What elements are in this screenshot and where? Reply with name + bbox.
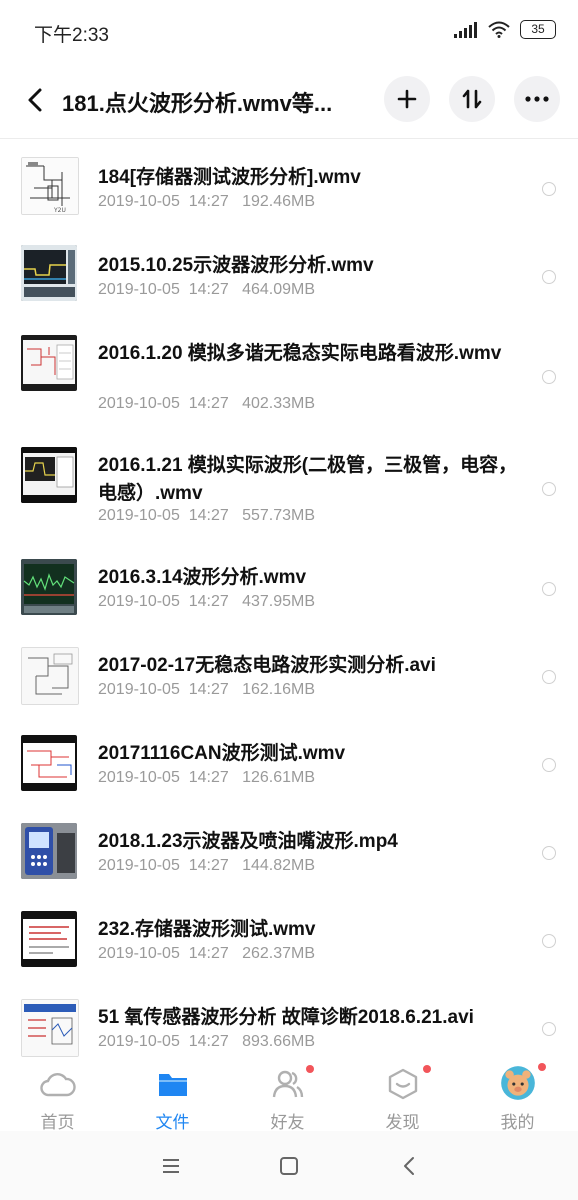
file-item[interactable]: 2015.10.25示波器波形分析.wmv 2019-10-05 14:27 4… bbox=[0, 227, 578, 315]
file-meta: 2019-10-05 14:27 402.33MB bbox=[98, 395, 316, 412]
file-meta: 2019-10-05 14:27 464.09MB bbox=[98, 281, 316, 298]
file-thumbnail bbox=[21, 245, 77, 301]
tab-discover-label: 发现 bbox=[385, 1113, 420, 1132]
file-meta: 2019-10-05 14:27 557.73MB bbox=[98, 507, 316, 524]
file-thumbnail bbox=[21, 559, 77, 615]
file-item[interactable]: 20171116CAN波形测试.wmv 2019-10-05 14:27 126… bbox=[0, 715, 578, 803]
file-meta: 2019-10-05 14:27 162.16MB bbox=[98, 681, 316, 698]
discover-icon bbox=[388, 1068, 418, 1100]
file-name: 20171116CAN波形测试.wmv bbox=[98, 743, 346, 764]
select-radio[interactable] bbox=[542, 670, 556, 684]
file-name: 2017-02-17无稳态电路波形实测分析.avi bbox=[98, 655, 436, 676]
svg-text:Y2U: Y2U bbox=[53, 207, 66, 214]
file-item[interactable]: 2016.1.21 模拟实际波形(二极管，三极管，电容，电感）.wmv 2019… bbox=[0, 427, 578, 539]
back-icon bbox=[404, 1157, 414, 1175]
folder-icon bbox=[159, 1074, 187, 1096]
file-name: 232.存储器波形测试.wmv bbox=[98, 919, 316, 940]
file-thumbnail bbox=[21, 647, 79, 705]
wifi-icon bbox=[488, 21, 510, 38]
select-radio[interactable] bbox=[542, 758, 556, 772]
plus-icon bbox=[397, 89, 417, 109]
status-icons: 35 bbox=[454, 20, 556, 39]
file-item[interactable]: 232.存储器波形测试.wmv 2019-10-05 14:27 262.37M… bbox=[0, 891, 578, 979]
tab-files-label: 文件 bbox=[155, 1113, 190, 1132]
file-list[interactable]: Y2U 184[存储器测试波形分析].wmv 2019-10-05 14:27 … bbox=[0, 139, 578, 1059]
file-name: 2016.1.21 模拟实际波形(二极管，三极管，电容，电感）.wmv bbox=[98, 455, 518, 504]
system-nav-bar bbox=[0, 1131, 578, 1200]
notification-dot bbox=[538, 1063, 546, 1071]
select-radio[interactable] bbox=[542, 270, 556, 284]
file-thumbnail bbox=[21, 335, 77, 391]
file-item[interactable]: 2018.1.23示波器及喷油嘴波形.mp4 2019-10-05 14:27 … bbox=[0, 803, 578, 891]
file-meta: 2019-10-05 14:27 437.95MB bbox=[98, 593, 316, 610]
friends-icon bbox=[272, 1070, 304, 1098]
file-thumbnail bbox=[21, 447, 77, 503]
file-name: 2016.3.14波形分析.wmv bbox=[98, 567, 307, 588]
file-item[interactable]: 2016.1.20 模拟多谐无稳态实际电路看波形.wmv 2019-10-05 … bbox=[0, 315, 578, 427]
file-meta: 2019-10-05 14:27 126.61MB bbox=[98, 769, 316, 786]
file-meta: 2019-10-05 14:27 262.37MB bbox=[98, 945, 316, 962]
file-thumbnail: Y2U bbox=[21, 157, 79, 215]
more-icon bbox=[525, 96, 549, 102]
file-item[interactable]: Y2U 184[存储器测试波形分析].wmv 2019-10-05 14:27 … bbox=[0, 139, 578, 227]
battery-icon: 35 bbox=[520, 20, 556, 39]
tab-home[interactable]: 首页 bbox=[0, 1059, 115, 1132]
notification-dot bbox=[423, 1065, 431, 1073]
menu-icon bbox=[163, 1159, 179, 1173]
chevron-left-icon bbox=[28, 88, 42, 112]
home-cloud-icon bbox=[40, 1073, 76, 1097]
select-radio[interactable] bbox=[542, 1022, 556, 1036]
tab-me-label: 我的 bbox=[500, 1113, 535, 1132]
select-radio[interactable] bbox=[542, 482, 556, 496]
back-button[interactable] bbox=[20, 82, 50, 118]
tab-bar: 首页 文件 好友 发现 我的 bbox=[0, 1059, 578, 1132]
nav-home-button[interactable] bbox=[274, 1151, 304, 1181]
nav-menu-button[interactable] bbox=[156, 1151, 186, 1181]
select-radio[interactable] bbox=[542, 582, 556, 596]
file-item[interactable]: 2016.3.14波形分析.wmv 2019-10-05 14:27 437.9… bbox=[0, 539, 578, 627]
header: 181.点火波形分析.wmv等... bbox=[0, 62, 578, 138]
home-square-icon bbox=[280, 1157, 298, 1175]
select-radio[interactable] bbox=[542, 370, 556, 384]
select-radio[interactable] bbox=[542, 182, 556, 196]
tab-discover[interactable]: 发现 bbox=[345, 1059, 460, 1132]
file-meta: 2019-10-05 14:27 893.66MB bbox=[98, 1033, 316, 1050]
file-thumbnail bbox=[21, 999, 79, 1057]
tab-files[interactable]: 文件 bbox=[115, 1059, 230, 1132]
notification-dot bbox=[306, 1065, 314, 1073]
file-thumbnail bbox=[21, 735, 77, 791]
sort-button[interactable] bbox=[449, 76, 495, 122]
avatar-icon bbox=[501, 1066, 535, 1100]
file-meta: 2019-10-05 14:27 144.82MB bbox=[98, 857, 316, 874]
tab-friends-label: 好友 bbox=[270, 1113, 305, 1132]
tab-friends[interactable]: 好友 bbox=[230, 1059, 345, 1132]
file-name: 2016.1.20 模拟多谐无稳态实际电路看波形.wmv bbox=[98, 343, 502, 364]
select-radio[interactable] bbox=[542, 846, 556, 860]
tab-me[interactable]: 我的 bbox=[460, 1059, 575, 1132]
nav-back-button[interactable] bbox=[394, 1151, 424, 1181]
file-item[interactable]: 51 氧传感器波形分析 故障诊断2018.6.21.avi 2019-10-05… bbox=[0, 979, 578, 1059]
file-meta: 2019-10-05 14:27 192.46MB bbox=[98, 193, 316, 210]
file-name: 2015.10.25示波器波形分析.wmv bbox=[98, 255, 374, 276]
select-radio[interactable] bbox=[542, 934, 556, 948]
page-title: 181.点火波形分析.wmv等... bbox=[62, 91, 333, 116]
more-button[interactable] bbox=[514, 76, 560, 122]
file-item[interactable]: 2017-02-17无稳态电路波形实测分析.avi 2019-10-05 14:… bbox=[0, 627, 578, 715]
file-thumbnail bbox=[21, 911, 77, 967]
status-bar: 下午2:33 35 bbox=[0, 0, 578, 62]
status-time: 下午2:33 bbox=[34, 25, 109, 46]
tab-home-label: 首页 bbox=[40, 1113, 75, 1132]
file-name: 51 氧传感器波形分析 故障诊断2018.6.21.avi bbox=[98, 1007, 474, 1028]
file-name: 184[存储器测试波形分析].wmv bbox=[98, 167, 361, 188]
signal-icon bbox=[454, 21, 477, 38]
sort-icon bbox=[462, 89, 482, 109]
file-name: 2018.1.23示波器及喷油嘴波形.mp4 bbox=[98, 831, 398, 852]
file-thumbnail bbox=[21, 823, 77, 879]
add-button[interactable] bbox=[384, 76, 430, 122]
